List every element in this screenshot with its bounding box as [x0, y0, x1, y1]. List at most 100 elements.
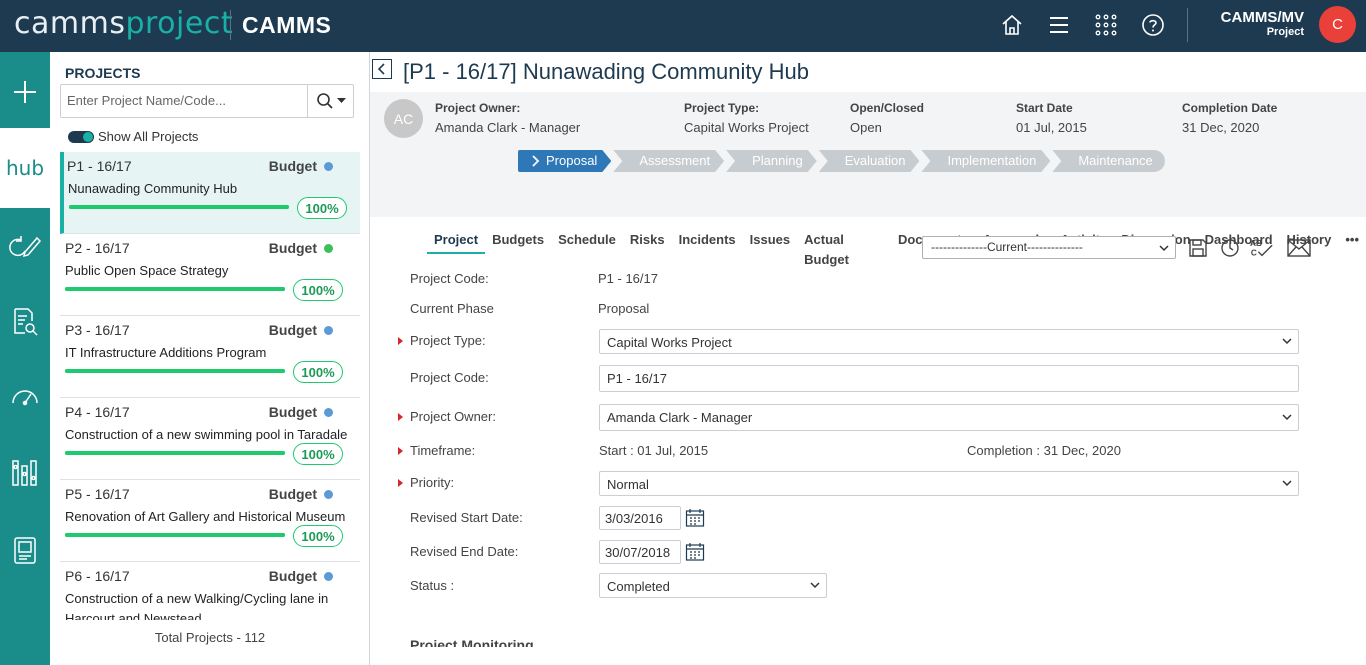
show-all-toggle[interactable]	[68, 131, 94, 143]
project-owner-select[interactable]: Amanda Clark - Manager	[599, 404, 1299, 431]
phase-implementation[interactable]: Implementation	[921, 150, 1050, 172]
project-code: P1 - 16/17	[67, 158, 132, 174]
user-role: Project	[1266, 26, 1304, 38]
divider	[1187, 8, 1188, 42]
spellcheck-icon[interactable]: AB C	[1250, 236, 1274, 260]
project-list-item[interactable]: P4 - 16/17 Budget Construction of a new sw…	[60, 398, 360, 480]
status-value: Completed	[607, 579, 670, 594]
report-search-icon[interactable]	[0, 294, 50, 350]
project-name: Nunawading Community Hub	[68, 181, 238, 196]
start-date-value: 01 Jul, 2015	[1016, 120, 1087, 135]
project-name: Public Open Space Strategy	[65, 263, 229, 278]
project-type-value: Capital Works Project	[607, 335, 732, 350]
user-avatar[interactable]: C	[1319, 6, 1356, 43]
back-button[interactable]	[372, 59, 392, 79]
project-owner-label: Project Owner:	[410, 409, 496, 424]
project-list-item[interactable]: P1 - 16/17 Budget Nunawading Community Hub…	[60, 152, 360, 234]
project-list-item[interactable]: P6 - 16/17 Budget Construction of a new Wa…	[60, 562, 360, 620]
edit-refresh-icon[interactable]	[0, 218, 50, 274]
hub-icon[interactable]: hub	[0, 128, 50, 208]
timeframe-completion: Completion : 31 Dec, 2020	[967, 443, 1121, 458]
status-label: Status :	[410, 578, 455, 593]
project-name: Renovation of Art Gallery and Historical…	[65, 509, 346, 524]
phase-maintenance[interactable]: Maintenance	[1052, 150, 1165, 172]
email-icon[interactable]	[1285, 236, 1313, 260]
caret-down-icon	[336, 98, 346, 103]
revised-start-input[interactable]: 3/03/2016	[599, 506, 681, 530]
camms-project-logo[interactable]: cammsproject	[14, 6, 233, 41]
save-icon[interactable]	[1186, 236, 1210, 260]
project-code-label: Project Code:	[410, 271, 489, 286]
timeframe-label: Timeframe:	[410, 443, 476, 458]
project-list-item[interactable]: P3 - 16/17 Budget IT Infrastructure Additi…	[60, 316, 360, 398]
tab-actual-budget[interactable]: Actual Budget	[797, 230, 891, 267]
add-icon[interactable]	[0, 64, 50, 120]
owner-label: Project Owner:	[435, 101, 521, 115]
phase-evaluation[interactable]: Evaluation	[819, 150, 920, 172]
tab-schedule[interactable]: Schedule	[551, 230, 623, 254]
priority-select[interactable]: Normal	[599, 471, 1299, 496]
version-select[interactable]: --------------Current--------------	[922, 236, 1176, 259]
project-list: P1 - 16/17 Budget Nunawading Community Hub…	[60, 152, 360, 620]
history-clock-icon[interactable]	[1218, 236, 1242, 260]
budget-label: Budget	[268, 240, 317, 256]
phase-planning[interactable]: Planning	[726, 150, 817, 172]
revised-end-input[interactable]: 30/07/2018	[599, 540, 681, 564]
workflow-icon[interactable]	[0, 445, 50, 501]
more-tabs-button[interactable]: •••	[1338, 230, 1366, 254]
project-list-item[interactable]: P2 - 16/17 Budget Public Open Space Strate…	[60, 234, 360, 316]
calendar-icon[interactable]	[685, 542, 705, 562]
project-code-input[interactable]: P1 - 16/17	[599, 365, 1299, 392]
home-icon[interactable]	[997, 10, 1027, 40]
current-phase-label: Current Phase	[410, 301, 494, 316]
project-search-input[interactable]	[67, 93, 303, 108]
project-code-value: P1 - 16/17	[598, 271, 658, 286]
chevron-down-icon	[1282, 414, 1292, 421]
project-code: P6 - 16/17	[65, 568, 130, 584]
type-value: Capital Works Project	[684, 120, 809, 135]
budget-label: Budget	[268, 486, 317, 502]
owner-avatar: AC	[384, 99, 423, 138]
project-monitoring-heading: Project Monitoring	[410, 637, 534, 647]
progress-bar	[65, 533, 285, 537]
calendar-icon[interactable]	[685, 508, 705, 528]
required-marker	[398, 337, 403, 345]
progress-bar	[65, 369, 285, 373]
project-summary: AC Project Owner: Amanda Clark - Manager…	[370, 92, 1366, 267]
tab-project[interactable]: Project	[427, 230, 486, 254]
total-projects: Total Projects - 112	[154, 630, 266, 645]
help-icon[interactable]	[1138, 10, 1168, 40]
document-icon[interactable]	[0, 522, 50, 578]
phase-label: Evaluation	[844, 153, 906, 168]
required-marker	[398, 447, 403, 455]
budget-status-dot	[324, 244, 333, 253]
tab-issues[interactable]: Issues	[743, 230, 797, 254]
progress-bar-fill	[65, 287, 285, 291]
tab-budgets[interactable]: Budgets	[485, 230, 551, 254]
progress-bar	[65, 287, 285, 291]
progress-bar-fill	[65, 369, 285, 373]
project-name: Construction of a new Walking/Cycling la…	[65, 591, 329, 620]
tab-risks[interactable]: Risks	[623, 230, 672, 254]
user-name[interactable]: CAMMS/MV	[1221, 9, 1304, 26]
project-code-field-label: Project Code:	[410, 370, 489, 385]
progress-bar	[65, 451, 285, 455]
timeframe-start: Start : 01 Jul, 2015	[599, 443, 709, 458]
progress-percent: 100%	[293, 361, 343, 383]
phase-proposal[interactable]: Proposal	[518, 150, 611, 172]
show-all-label: Show All Projects	[98, 129, 199, 144]
status-select[interactable]: Completed	[599, 573, 827, 598]
project-list-item[interactable]: P5 - 16/17 Budget Renovation of Art Galler…	[60, 480, 360, 562]
project-type-select[interactable]: Capital Works Project	[599, 329, 1299, 354]
budget-status-dot	[324, 162, 333, 171]
project-owner-value: Amanda Clark - Manager	[607, 410, 753, 425]
tab-incidents[interactable]: Incidents	[672, 230, 743, 254]
apps-grid-icon[interactable]	[1091, 10, 1121, 40]
search-button[interactable]	[307, 85, 353, 117]
app-name: CAMMS	[242, 12, 332, 38]
gauge-icon[interactable]	[0, 368, 50, 424]
menu-icon[interactable]	[1044, 10, 1074, 40]
phase-label: Implementation	[947, 153, 1037, 168]
phase-assessment[interactable]: Assessment	[613, 150, 724, 172]
phase-label: Assessment	[639, 153, 711, 168]
